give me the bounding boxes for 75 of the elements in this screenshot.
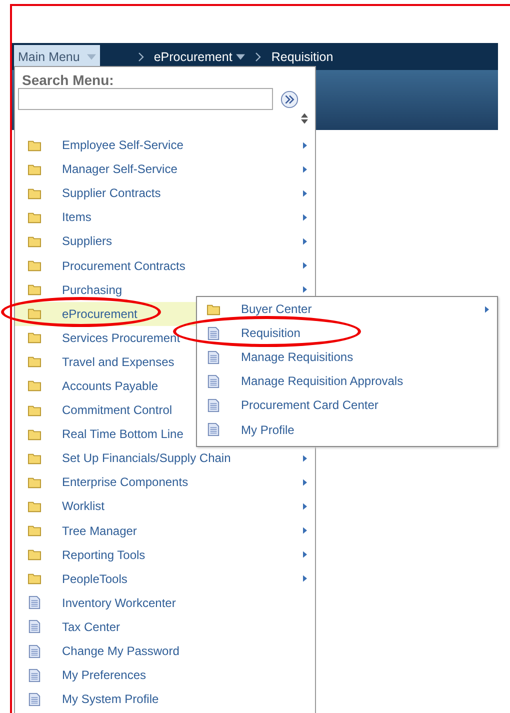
folder-icon: [28, 355, 41, 368]
document-icon: [207, 398, 220, 412]
folder-icon: [28, 283, 41, 296]
menu-item[interactable]: Suppliers: [15, 229, 315, 254]
folder-icon: [28, 404, 41, 417]
folder-icon: [207, 302, 220, 316]
menu-item[interactable]: My Preferences: [15, 663, 315, 688]
document-icon: [28, 596, 41, 610]
menu-item[interactable]: Change My Password: [15, 638, 315, 664]
folder-icon: [28, 138, 41, 152]
menu-item[interactable]: Reporting Tools: [15, 542, 315, 567]
submenu-arrow-icon: [303, 527, 307, 534]
document-icon: [28, 620, 41, 634]
menu-item[interactable]: Employee Self-Service: [15, 133, 315, 158]
breadcrumb-link[interactable]: eProcurement: [154, 50, 246, 64]
folder-icon: [28, 524, 41, 538]
menu-item[interactable]: Tree Manager: [15, 518, 315, 543]
submenu-arrow-icon: [303, 262, 307, 270]
submenu-arrow-icon: [303, 190, 307, 197]
document-icon: [207, 326, 220, 340]
main-menu-button[interactable]: Main Menu: [14, 45, 100, 68]
folder-icon: [28, 476, 41, 489]
document-icon: [207, 423, 220, 436]
folder-icon: [28, 379, 41, 392]
menu-item[interactable]: Manager Self-Service: [15, 157, 315, 182]
go-button-icon[interactable]: [280, 90, 299, 108]
document-icon: [28, 644, 41, 658]
breadcrumb-link[interactable]: Requisition: [271, 50, 334, 64]
folder-icon: [28, 186, 41, 200]
submenu-arrow-icon: [303, 502, 307, 510]
menu-item[interactable]: My System Profile: [15, 687, 315, 712]
document-icon: [207, 350, 220, 364]
submenu-arrow-icon: [303, 214, 307, 221]
folder-icon: [28, 162, 41, 176]
menu-item[interactable]: Procurement Contracts: [15, 253, 315, 278]
submenu-arrow-icon: [303, 478, 307, 486]
caret-icon: [86, 54, 96, 60]
submenu-item[interactable]: Manage Requisitions: [197, 345, 497, 370]
menu-item[interactable]: Tax Center: [15, 614, 315, 639]
chevron-icon: [255, 52, 262, 62]
menu-item[interactable]: Supplier Contracts: [15, 181, 315, 206]
chevron-icon: [138, 52, 144, 62]
menu-item[interactable]: Enterprise Components: [15, 470, 315, 494]
submenu-arrow-icon: [303, 142, 307, 149]
document-icon: [28, 668, 41, 682]
submenu-arrow-icon: [303, 166, 307, 173]
folder-icon: [28, 259, 41, 272]
menu-item[interactable]: PeopleTools: [15, 566, 315, 591]
submenu-item[interactable]: My Profile: [197, 417, 497, 442]
search-field[interactable]: [18, 88, 273, 110]
folder-icon: [28, 210, 41, 224]
menu-item[interactable]: Set Up Financials/Supply Chain: [15, 446, 315, 470]
submenu-arrow-icon: [303, 286, 307, 294]
folder-icon: [28, 234, 41, 248]
folder-icon: [28, 548, 41, 562]
folder-icon: [28, 452, 41, 465]
document-icon: [28, 692, 41, 706]
menu-item[interactable]: Inventory Workcenter: [15, 590, 315, 615]
folder-icon: [28, 428, 41, 441]
folder-icon: [28, 572, 41, 586]
folder-icon: [28, 307, 41, 320]
document-icon: [207, 374, 220, 388]
submenu-arrow-icon: [303, 238, 307, 245]
menu-item[interactable]: Worklist: [15, 494, 315, 518]
submenu-arrow-icon: [303, 575, 307, 582]
submenu-arrow-icon: [303, 551, 307, 558]
menu-item[interactable]: Items: [15, 205, 315, 230]
submenu-arrow-icon: [303, 454, 307, 462]
submenu-item[interactable]: Procurement Card Center: [197, 393, 497, 418]
folder-icon: [28, 500, 41, 513]
sort-icon[interactable]: [301, 113, 308, 124]
submenu-arrow-icon: [485, 306, 489, 313]
submenu-item[interactable]: Manage Requisition Approvals: [197, 369, 497, 394]
folder-icon: [28, 331, 41, 344]
search-label: Search Menu:: [21, 71, 115, 88]
